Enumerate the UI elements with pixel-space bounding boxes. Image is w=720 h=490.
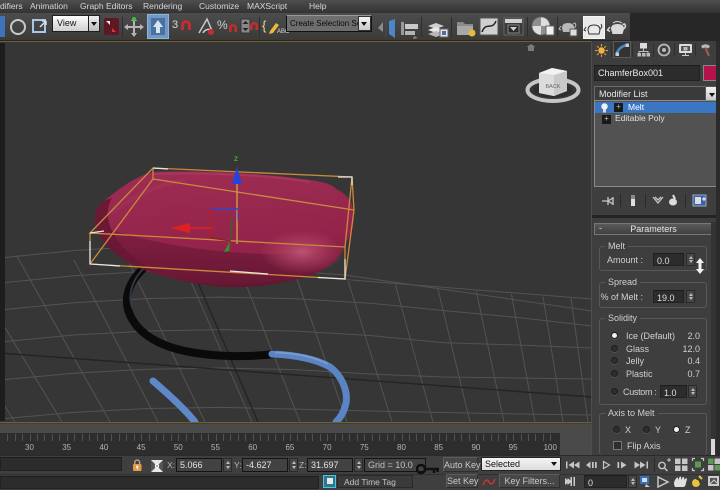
svg-text:3: 3 <box>172 19 178 31</box>
svg-text:%: % <box>217 18 228 32</box>
svg-text:z: z <box>234 154 238 163</box>
svg-text:BACK: BACK <box>546 84 561 90</box>
svg-text:{: { <box>262 18 267 33</box>
